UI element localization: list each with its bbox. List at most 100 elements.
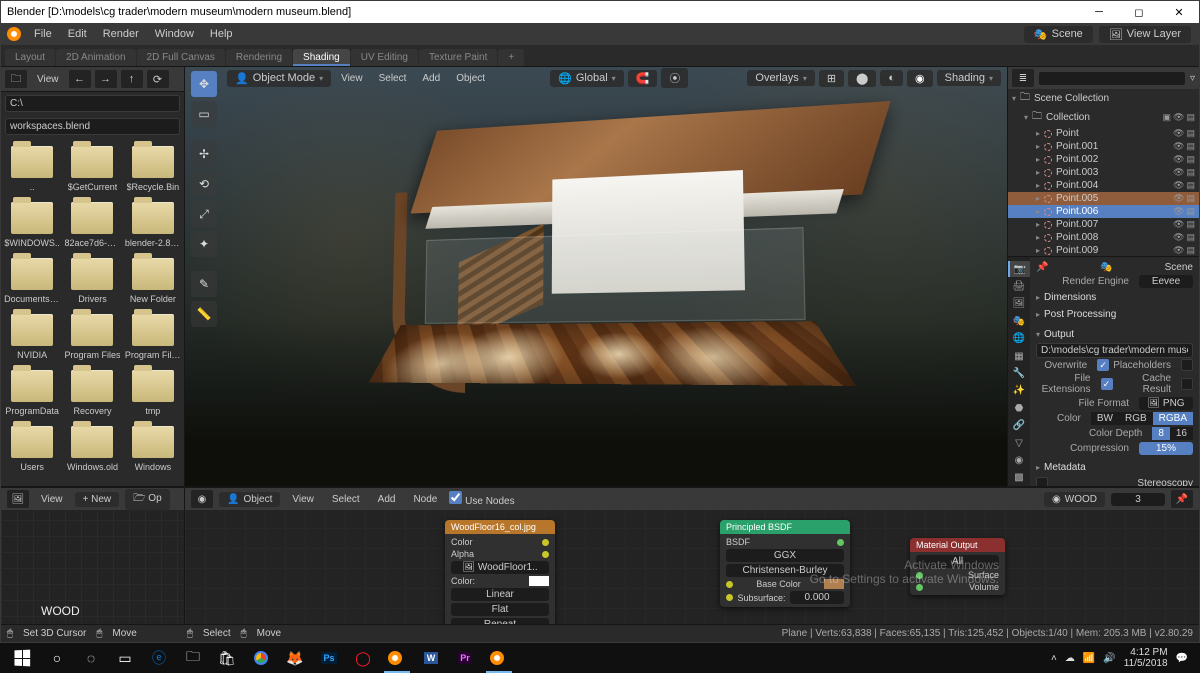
restrict-icon[interactable]: ▤ — [1186, 167, 1195, 178]
preview-editor-icon[interactable]: 🖼 — [7, 490, 29, 508]
taskbar-search-icon[interactable]: ○ — [40, 643, 74, 673]
ne-menu-node[interactable]: Node — [407, 492, 443, 507]
eye-icon[interactable]: 👁 — [1173, 206, 1184, 217]
taskbar-chrome-icon[interactable] — [244, 643, 278, 673]
tab-physics-icon[interactable]: ⬣ — [1008, 400, 1030, 416]
eye-icon[interactable]: 👁 — [1173, 245, 1184, 256]
folder-item[interactable]: Drivers — [63, 254, 121, 308]
material-users[interactable]: 3 — [1111, 493, 1165, 506]
fb-view-menu[interactable]: View — [31, 72, 65, 87]
tab-world-icon[interactable]: 🌐 — [1008, 331, 1030, 347]
folder-item[interactable]: New Folder — [124, 254, 182, 308]
tab-output-icon[interactable]: 🖨 — [1008, 278, 1030, 294]
tab-material-icon[interactable]: ◉ — [1008, 452, 1030, 468]
node-principled-bsdf[interactable]: Principled BSDF BSDF GGX Christensen-Bur… — [720, 520, 850, 607]
taskbar-blender2-icon[interactable] — [482, 643, 516, 673]
taskbar-taskview-icon[interactable]: ▭ — [108, 643, 142, 673]
fileformat-select[interactable]: 🖼 PNG — [1139, 397, 1193, 410]
outliner-filter-icon[interactable]: ▿ — [1190, 73, 1195, 84]
preview-open[interactable]: 🗁 Op — [125, 489, 170, 510]
color-mode[interactable]: BWRGBRGBA — [1091, 412, 1193, 425]
ne-editor-icon[interactable]: ◉ — [191, 490, 213, 508]
shading-rendered[interactable]: ◉ — [907, 70, 933, 87]
proportional-edit[interactable]: ⦿ — [661, 68, 688, 88]
folder-item[interactable]: $WINDOWS.. — [3, 198, 61, 252]
restrict-icon[interactable]: ▤ — [1186, 141, 1195, 152]
node-image-texture[interactable]: WoodFloor16_col.jpg Color Alpha 🖼 WoodFl… — [445, 520, 555, 624]
tool-annotate[interactable]: ✎ — [191, 271, 217, 297]
tool-select[interactable]: ▭ — [191, 101, 217, 127]
menu-window[interactable]: Window — [148, 26, 201, 42]
interaction-mode[interactable]: 👤 Object Mode ▾ — [227, 70, 331, 87]
tab-scene-icon[interactable]: 🎭 — [1008, 313, 1030, 329]
eye-icon[interactable]: 👁 — [1173, 180, 1184, 191]
folder-item[interactable]: Users — [3, 422, 61, 476]
tool-transform[interactable]: ✦ — [191, 231, 217, 257]
tab-data-icon[interactable]: ▽ — [1008, 435, 1030, 451]
taskbar-cortana-icon[interactable]: ◌ — [74, 643, 108, 673]
shading-solid[interactable]: ⬤ — [848, 70, 876, 87]
transform-orientation[interactable]: 🌐 Global ▾ — [550, 70, 624, 87]
outliner-item[interactable]: ▸ Point.009👁▤ — [1008, 244, 1199, 257]
material-preview[interactable]: 🖼 View + New 🗁 Op WOOD — [1, 488, 185, 624]
taskbar-store-icon[interactable]: 🛍 — [210, 643, 244, 673]
folder-item[interactable]: 82ace7d6-01.. — [63, 198, 121, 252]
outliner-item[interactable]: ▸ Point.006👁▤ — [1008, 205, 1199, 218]
ws-tab-2dfull[interactable]: 2D Full Canvas — [137, 49, 225, 66]
vp-menu-view[interactable]: View — [335, 71, 369, 86]
snap-toggle[interactable]: 🧲 — [628, 70, 658, 87]
minimize-button[interactable]: ─ — [1079, 1, 1119, 23]
outliner-editor-icon[interactable]: ≣ — [1012, 69, 1034, 87]
folder-item[interactable]: blender-2.80-.. — [124, 198, 182, 252]
color-depth[interactable]: 816 — [1152, 427, 1193, 440]
section-output[interactable]: Output — [1036, 326, 1193, 343]
eye-icon[interactable]: 👁 — [1173, 193, 1184, 204]
section-postprocessing[interactable]: Post Processing — [1036, 306, 1193, 323]
folder-item[interactable]: $Recycle.Bin — [124, 142, 182, 196]
ws-tab-layout[interactable]: Layout — [5, 49, 55, 66]
section-metadata[interactable]: Metadata — [1036, 459, 1193, 476]
material-slot[interactable]: ◉ WOOD — [1044, 492, 1105, 507]
preview-new[interactable]: + New — [75, 492, 120, 507]
tree-collection[interactable]: ▾🗀 Collection▣👁▤ — [1008, 108, 1199, 127]
folder-item[interactable]: Documents a.. — [3, 254, 61, 308]
fb-path-input[interactable] — [5, 95, 180, 112]
folder-item[interactable]: Windows — [124, 422, 182, 476]
menu-file[interactable]: File — [27, 26, 59, 42]
outliner-item[interactable]: ▸ Point.002👁▤ — [1008, 153, 1199, 166]
ws-tab-uv[interactable]: UV Editing — [351, 49, 418, 66]
ws-tab-add[interactable]: + — [498, 49, 524, 66]
stereoscopy-checkbox[interactable] — [1036, 477, 1048, 486]
3d-viewport[interactable]: 👤 Object Mode ▾ View Select Add Object 🌐… — [185, 67, 1007, 486]
overwrite-checkbox[interactable]: ✓ — [1097, 359, 1109, 371]
vp-menu-object[interactable]: Object — [450, 71, 491, 86]
tab-object-icon[interactable]: ▦ — [1008, 348, 1030, 364]
node-material-output[interactable]: Material Output All Surface Volume — [910, 538, 1005, 595]
fb-nav-fwd-icon[interactable]: → — [95, 70, 117, 88]
folder-item[interactable]: .. — [3, 142, 61, 196]
shading-dropdown[interactable]: Shading ▾ — [937, 70, 1001, 86]
outliner-item[interactable]: ▸ Point.008👁▤ — [1008, 231, 1199, 244]
tool-scale[interactable]: ⤢ — [191, 201, 217, 227]
restrict-icon[interactable]: ▤ — [1186, 180, 1195, 191]
folder-grid[interactable]: ..$GetCurrent$Recycle.Bin$WINDOWS..82ace… — [1, 138, 184, 486]
fb-refresh-icon[interactable]: ⟳ — [147, 70, 169, 88]
render-engine-select[interactable]: Eevee — [1139, 275, 1193, 288]
fb-file-input[interactable] — [5, 118, 180, 135]
use-nodes-checkbox[interactable]: Use Nodes — [449, 491, 514, 507]
restrict-icon[interactable]: ▤ — [1186, 206, 1195, 217]
outliner-item[interactable]: ▸ Point.007👁▤ — [1008, 218, 1199, 231]
folder-item[interactable]: Windows.old — [63, 422, 121, 476]
editor-type-icon[interactable]: 🗀 — [5, 70, 27, 88]
ws-tab-2danim[interactable]: 2D Animation — [56, 49, 135, 66]
tray-onedrive-icon[interactable]: ☁ — [1065, 653, 1075, 664]
tab-particle-icon[interactable]: ✨ — [1008, 383, 1030, 399]
maximize-button[interactable]: ◻ — [1119, 1, 1159, 23]
tray-wifi-icon[interactable]: 📶 — [1083, 653, 1095, 664]
taskbar-opera-icon[interactable]: ◯ — [346, 643, 380, 673]
close-button[interactable]: ✕ — [1159, 1, 1199, 23]
eye-icon[interactable]: 👁 — [1173, 128, 1184, 139]
start-button[interactable] — [4, 643, 40, 673]
tray-notifications-icon[interactable]: 💬 — [1176, 653, 1188, 664]
tab-modifier-icon[interactable]: 🔧 — [1008, 365, 1030, 381]
